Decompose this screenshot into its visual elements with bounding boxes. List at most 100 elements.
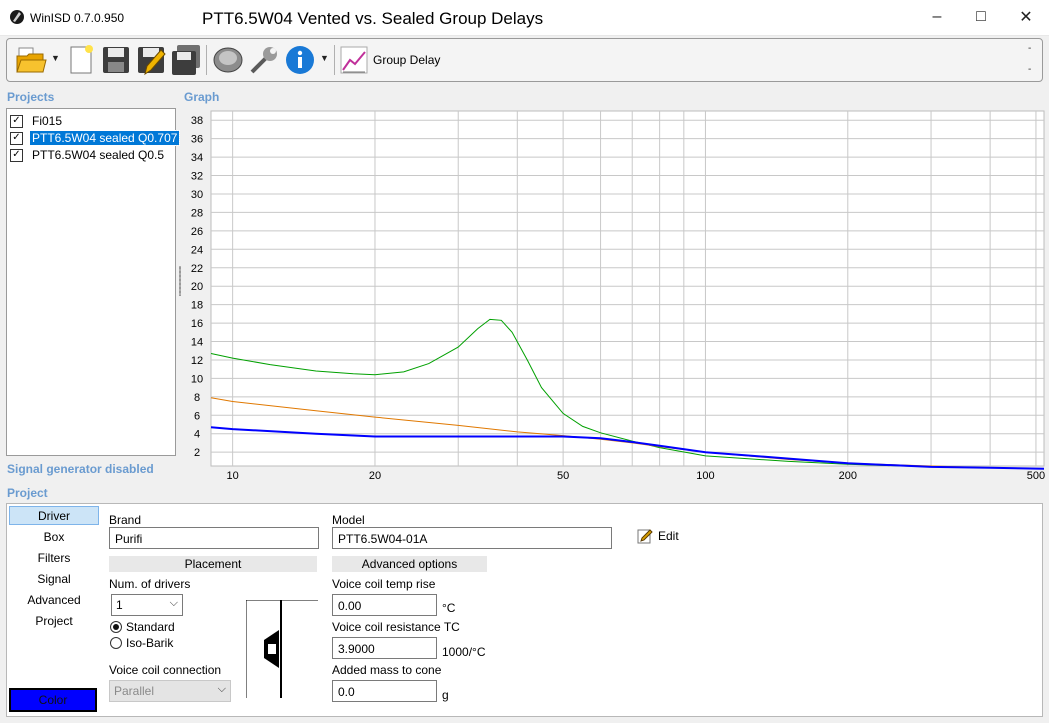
- driver-editor-icon[interactable]: [212, 44, 244, 76]
- nav-signal[interactable]: Signal: [9, 569, 99, 588]
- checkbox[interactable]: ✓: [10, 148, 23, 162]
- toolbar-dash-bottom: -: [1028, 64, 1032, 75]
- temp-rise-label: Voice coil temp rise: [332, 577, 436, 591]
- advanced-options-header: Advanced options: [332, 556, 487, 572]
- project-item[interactable]: ✓ PTT6.5W04 sealed Q0.5: [10, 147, 166, 163]
- y-tick-label: 34: [191, 152, 203, 164]
- graph-icon[interactable]: [340, 46, 368, 74]
- temp-rise-field[interactable]: 0.00: [332, 594, 437, 616]
- model-field[interactable]: PTT6.5W04-01A: [332, 527, 612, 549]
- brand-field[interactable]: Purifi: [109, 527, 319, 549]
- x-tick-label: 50: [557, 470, 569, 482]
- graph-type-label[interactable]: Group Delay: [373, 53, 440, 67]
- app-name: WinISD 0.7.0.950: [30, 11, 125, 25]
- toolbar-separator: [206, 45, 207, 75]
- info-icon[interactable]: [284, 44, 316, 76]
- project-item[interactable]: ✓ PTT6.5W04 sealed Q0.707: [10, 130, 181, 146]
- radio-isobarik[interactable]: Iso-Barik: [110, 636, 173, 650]
- y-tick-label: 8: [194, 392, 200, 404]
- splitter-handle[interactable]: [179, 266, 181, 296]
- checkbox[interactable]: ✓: [10, 114, 23, 128]
- open-folder-icon[interactable]: [15, 44, 47, 76]
- y-tick-label: 38: [191, 115, 203, 127]
- model-label: Model: [332, 513, 365, 527]
- added-mass-unit: g: [442, 688, 449, 702]
- project-item[interactable]: ✓ Fi015: [10, 113, 64, 129]
- added-mass-field[interactable]: 0.0: [332, 680, 437, 702]
- project-panel: Driver Box Filters Signal Advanced Proje…: [6, 503, 1043, 717]
- added-mass-label: Added mass to cone: [332, 663, 442, 677]
- nav-project[interactable]: Project: [9, 611, 99, 630]
- x-tick-label: 20: [369, 470, 381, 482]
- checkbox[interactable]: ✓: [10, 131, 23, 145]
- title-bar: WinISD 0.7.0.950 PTT6.5W04 Vented vs. Se…: [0, 0, 1049, 36]
- chevron-down-icon: ⌵: [169, 597, 178, 609]
- y-tick-label: 6: [194, 410, 200, 422]
- tools-icon[interactable]: [248, 44, 280, 76]
- y-tick-label: 30: [191, 189, 203, 201]
- y-tick-label: 14: [191, 337, 203, 349]
- temp-rise-unit: °C: [442, 601, 456, 615]
- info-dropdown-chevron-icon[interactable]: ▼: [320, 53, 329, 63]
- chevron-down-icon: ⌵: [217, 683, 226, 695]
- save-all-icon[interactable]: [170, 44, 202, 76]
- edit-label: Edit: [658, 529, 679, 543]
- projects-label: Projects: [7, 90, 55, 104]
- toolbar: ▼ ▼ Group Delay - -: [6, 38, 1043, 82]
- edit-save-icon[interactable]: [135, 44, 167, 76]
- voice-coil-connection-value: Parallel: [114, 684, 155, 698]
- y-tick-label: 16: [191, 318, 203, 330]
- radio-standard-label: Standard: [126, 620, 175, 634]
- save-icon[interactable]: [100, 44, 132, 76]
- y-tick-label: 4: [194, 429, 200, 441]
- nav-advanced[interactable]: Advanced: [9, 590, 99, 609]
- nav-filters[interactable]: Filters: [9, 548, 99, 567]
- x-tick-label: 500: [1027, 470, 1045, 482]
- projects-list: ✓ Fi015 ✓ PTT6.5W04 sealed Q0.707 ✓ PTT6…: [6, 108, 181, 456]
- y-tick-label: 12: [191, 355, 203, 367]
- y-tick-label: 32: [191, 171, 203, 183]
- signal-generator-status: Signal generator disabled: [7, 462, 154, 476]
- pencil-icon: [637, 529, 653, 544]
- project-label: PTT6.5W04 sealed Q0.707: [28, 130, 181, 146]
- y-tick-label: 22: [191, 263, 203, 275]
- radio-isobarik-label: Iso-Barik: [126, 636, 174, 650]
- open-dropdown-chevron-icon[interactable]: ▼: [51, 53, 60, 63]
- nav-driver[interactable]: Driver: [9, 506, 99, 525]
- maximize-button[interactable]: □: [958, 0, 1004, 34]
- y-tick-label: 18: [191, 300, 203, 312]
- y-tick-label: 10: [191, 373, 203, 385]
- placement-header: Placement: [109, 556, 317, 572]
- y-tick-label: 28: [191, 207, 203, 219]
- resistance-tc-unit: 1000/°C: [442, 645, 486, 659]
- app-logo-icon: [10, 10, 24, 24]
- new-document-icon[interactable]: [65, 44, 97, 76]
- y-tick-label: 2: [194, 447, 200, 459]
- y-tick-label: 26: [191, 226, 203, 238]
- graph-label: Graph: [184, 90, 220, 104]
- y-tick-label: 36: [191, 134, 203, 146]
- x-tick-label: 100: [696, 470, 714, 482]
- group-delay-chart[interactable]: 246810121416182022242628303234363810 20 50…: [182, 105, 1048, 485]
- project-label: Project: [7, 486, 48, 500]
- color-button[interactable]: Color: [9, 688, 97, 712]
- y-tick-label: 24: [191, 244, 203, 256]
- brand-label: Brand: [109, 513, 142, 527]
- close-button[interactable]: ✕: [1003, 0, 1049, 34]
- radio-button[interactable]: [110, 637, 122, 649]
- edit-button[interactable]: Edit: [637, 528, 679, 544]
- y-tick-label: 20: [191, 281, 203, 293]
- num-drivers-value: 1: [116, 598, 123, 612]
- resistance-tc-label: Voice coil resistance TC: [332, 620, 460, 634]
- radio-button[interactable]: [110, 621, 122, 633]
- resistance-tc-field[interactable]: 3.9000: [332, 637, 437, 659]
- num-drivers-select[interactable]: 1 ⌵: [111, 594, 183, 616]
- voice-coil-connection-select: Parallel ⌵: [109, 680, 231, 702]
- nav-box[interactable]: Box: [9, 527, 99, 546]
- x-tick-label: 200: [839, 470, 857, 482]
- radio-standard[interactable]: Standard: [110, 620, 175, 634]
- minimize-button[interactable]: –: [914, 0, 960, 34]
- x-tick-label: 10: [227, 470, 239, 482]
- num-drivers-label: Num. of drivers: [109, 577, 191, 591]
- toolbar-separator: [334, 45, 335, 75]
